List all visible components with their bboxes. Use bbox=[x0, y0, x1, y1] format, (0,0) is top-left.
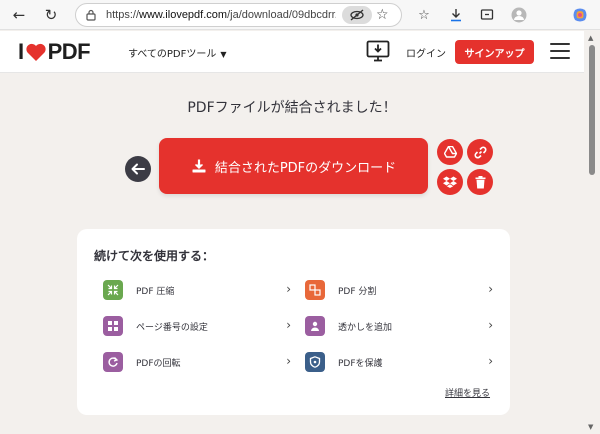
continue-tools-card: 続けて次を使用する： PDF 圧縮 › PDF 分割 › ページ番号の設定 › … bbox=[77, 229, 510, 415]
copilot-icon[interactable] bbox=[570, 5, 590, 25]
all-tools-label: すべてのPDFツール bbox=[128, 49, 217, 60]
site-info-icon[interactable] bbox=[85, 9, 97, 21]
screenshot-icon[interactable] bbox=[477, 5, 497, 25]
favorite-star-icon[interactable]: ☆ bbox=[376, 7, 389, 23]
watermark-icon bbox=[305, 316, 325, 336]
chevron-right-icon: › bbox=[488, 354, 493, 368]
page-numbers-icon bbox=[103, 316, 123, 336]
back-arrow-icon[interactable]: ← bbox=[8, 4, 30, 26]
caret-down-icon: ▼ bbox=[220, 50, 227, 59]
profile-icon[interactable] bbox=[509, 5, 529, 25]
rotate-icon bbox=[103, 352, 123, 372]
scroll-up-icon[interactable]: ▲ bbox=[588, 34, 593, 42]
signup-button[interactable]: サインアップ bbox=[455, 40, 534, 64]
tool-label: PDF 圧縮 bbox=[136, 287, 175, 297]
tool-compress-pdf[interactable]: PDF 圧縮 › bbox=[103, 280, 293, 302]
compress-icon bbox=[103, 280, 123, 300]
chevron-right-icon: › bbox=[286, 282, 291, 296]
tool-split-pdf[interactable]: PDF 分割 › bbox=[305, 280, 495, 302]
google-drive-icon bbox=[443, 146, 457, 158]
heart-icon bbox=[26, 43, 46, 61]
tool-add-watermark[interactable]: 透かしを追加 › bbox=[305, 316, 495, 338]
all-tools-menu[interactable]: すべてのPDFツール ▼ bbox=[128, 45, 227, 60]
split-icon bbox=[305, 280, 325, 300]
tool-label: 透かしを追加 bbox=[338, 323, 393, 333]
dropbox-icon bbox=[443, 176, 457, 188]
arrow-left-icon bbox=[131, 163, 145, 175]
tool-label: PDF 分割 bbox=[338, 287, 377, 297]
tool-label: PDFを保護 bbox=[338, 359, 383, 369]
download-label: 結合されたPDFのダウンロード bbox=[214, 160, 397, 176]
tracking-prevention-icon[interactable] bbox=[342, 6, 372, 24]
page-scrollbar[interactable]: ▲ ▼ bbox=[584, 31, 600, 434]
tool-label: PDFの回転 bbox=[136, 359, 181, 369]
chevron-right-icon: › bbox=[286, 318, 291, 332]
site-header: I PDF すべてのPDFツール ▼ ログイン サインアップ bbox=[0, 31, 584, 73]
browser-toolbar: ← ↻ https://www.ilovepdf.com/ja/download… bbox=[0, 0, 600, 30]
hamburger-menu-icon[interactable] bbox=[550, 43, 570, 59]
chevron-right-icon: › bbox=[488, 282, 493, 296]
scroll-down-icon[interactable]: ▼ bbox=[588, 423, 593, 431]
save-to-drive-button[interactable] bbox=[437, 139, 463, 165]
address-bar[interactable]: https://www.ilovepdf.com/ja/download/09d… bbox=[75, 3, 402, 27]
delete-file-button[interactable] bbox=[467, 169, 493, 195]
scroll-thumb[interactable] bbox=[589, 45, 595, 175]
ilovepdf-logo[interactable]: I PDF bbox=[18, 39, 91, 65]
chevron-right-icon: › bbox=[488, 318, 493, 332]
login-link[interactable]: ログイン bbox=[406, 45, 446, 60]
download-tray-icon[interactable] bbox=[446, 5, 466, 25]
link-icon bbox=[474, 146, 486, 158]
save-to-dropbox-button[interactable] bbox=[437, 169, 463, 195]
trash-icon bbox=[475, 175, 485, 188]
continue-title: 続けて次を使用する： bbox=[94, 249, 215, 263]
back-button[interactable] bbox=[125, 156, 151, 182]
reload-icon[interactable]: ↻ bbox=[40, 4, 62, 26]
url-text[interactable]: https://www.ilovepdf.com/ja/download/09d… bbox=[106, 9, 336, 21]
download-merged-pdf-button[interactable]: 結合されたPDFのダウンロード bbox=[159, 138, 428, 194]
favorites-list-icon[interactable]: ☆ bbox=[414, 5, 434, 25]
chevron-right-icon: › bbox=[286, 354, 291, 368]
success-message: PDFファイルが結合されました！ bbox=[187, 100, 397, 116]
copy-link-button[interactable] bbox=[467, 139, 493, 165]
tool-label: ページ番号の設定 bbox=[136, 323, 208, 333]
tool-protect-pdf[interactable]: PDFを保護 › bbox=[305, 352, 495, 374]
desktop-download-icon[interactable] bbox=[366, 40, 390, 62]
download-icon bbox=[192, 159, 206, 173]
protect-icon bbox=[305, 352, 325, 372]
tool-rotate-pdf[interactable]: PDFの回転 › bbox=[103, 352, 293, 374]
see-more-link[interactable]: 詳細を見る bbox=[445, 386, 490, 399]
tool-page-numbers[interactable]: ページ番号の設定 › bbox=[103, 316, 293, 338]
